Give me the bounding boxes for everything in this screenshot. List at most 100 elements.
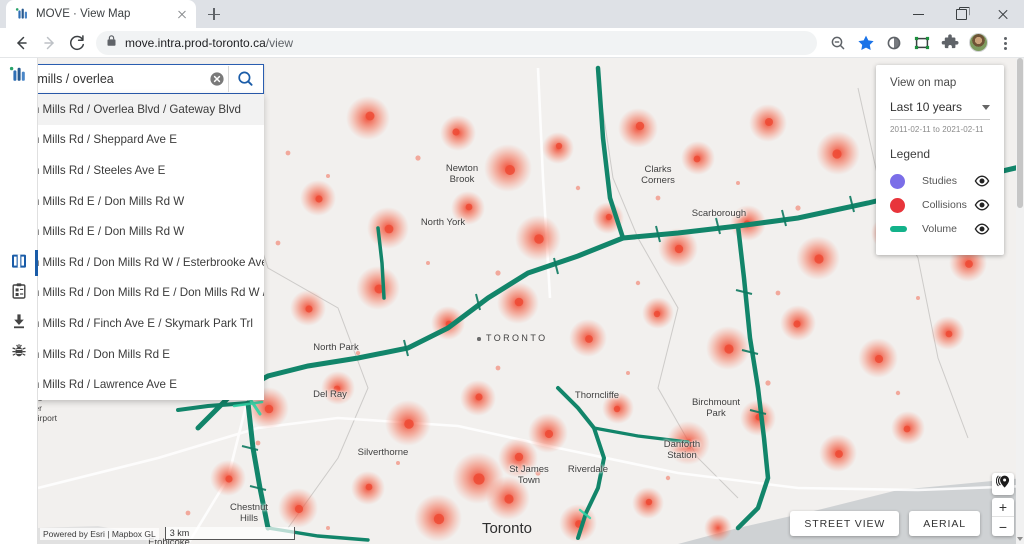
forward-arrow-icon bbox=[36, 30, 62, 56]
map-label: Clarks Corners bbox=[641, 164, 675, 187]
page-scrollbar[interactable] bbox=[1016, 58, 1024, 544]
map-book-icon bbox=[10, 252, 28, 275]
suggestion-item[interactable]: Don Mills Rd / Overlea Blvd / Gateway Bl… bbox=[4, 94, 264, 125]
legend-row-studies: Studies bbox=[890, 169, 990, 193]
suggestion-item[interactable]: Don Mills Rd / Sheppard Ave E bbox=[4, 125, 264, 156]
app-sidebar bbox=[0, 58, 38, 544]
sidebar-items bbox=[0, 248, 38, 368]
browser-window: MOVE · View Map move.intra.prod-toronto.… bbox=[0, 0, 1024, 544]
tab-title: MOVE · View Map bbox=[36, 8, 131, 20]
legend-row-collisions: Collisions bbox=[890, 193, 990, 217]
locate-me-button[interactable] bbox=[992, 473, 1014, 495]
map-label: Toronto bbox=[481, 520, 533, 537]
user-avatar[interactable] bbox=[969, 33, 988, 52]
zoom-controls: + − bbox=[992, 498, 1014, 536]
legend-panel: View on map Last 10 years 2011-02-11 to … bbox=[876, 65, 1004, 255]
zoom-in-button[interactable]: + bbox=[992, 498, 1014, 517]
close-icon[interactable] bbox=[982, 0, 1024, 28]
screen-capture-icon[interactable] bbox=[909, 30, 935, 56]
move-logo-icon bbox=[15, 7, 29, 21]
star-filled-icon[interactable] bbox=[853, 30, 879, 56]
chevron-down-icon bbox=[982, 104, 990, 110]
clipboard-icon bbox=[10, 282, 28, 305]
suggestion-item[interactable]: Don Mills Rd / Steeles Ave E bbox=[4, 155, 264, 186]
sidebar-item-reports[interactable] bbox=[0, 278, 38, 308]
scale-bar: 3 km bbox=[164, 527, 295, 540]
address-bar[interactable]: move.intra.prod-toronto.ca/view bbox=[96, 30, 817, 55]
clear-circle-icon[interactable] bbox=[206, 66, 228, 92]
browser-toolbar: move.intra.prod-toronto.ca/view bbox=[0, 28, 1024, 58]
volume-swatch bbox=[890, 226, 922, 232]
new-tab-button[interactable] bbox=[200, 0, 228, 28]
collisions-swatch bbox=[890, 197, 922, 213]
lock-icon bbox=[106, 34, 117, 52]
sidebar-item-view-map[interactable] bbox=[0, 248, 38, 278]
window-controls bbox=[898, 0, 1024, 28]
tab-strip: MOVE · View Map bbox=[0, 0, 1024, 28]
bug-icon bbox=[10, 342, 28, 365]
intersection-search: Don Mills Rd / Overlea Blvd / Gateway Bl… bbox=[4, 64, 264, 400]
suggestion-item[interactable]: Don Mills Rd / Don Mills Rd E bbox=[4, 339, 264, 370]
map-label: TORONTO bbox=[476, 333, 548, 343]
suggestion-item[interactable]: Don Mills Rd / Don Mills Rd E / Don Mill… bbox=[4, 278, 264, 309]
suggestion-item[interactable]: Don Mills Rd E / Don Mills Rd W bbox=[4, 186, 264, 217]
suggestion-item[interactable]: Don Mills Rd / Lawrence Ave E bbox=[4, 369, 264, 400]
map-label: Del Ray bbox=[313, 389, 347, 400]
map-label: Silverthorne bbox=[357, 447, 409, 458]
map-label: North Park bbox=[313, 342, 359, 353]
location-pin-icon bbox=[995, 474, 1011, 494]
map-label: Scarborough bbox=[691, 208, 747, 219]
panel-title: View on map bbox=[890, 77, 957, 89]
url-text: move.intra.prod-toronto.ca/view bbox=[125, 36, 293, 50]
page-content: Newton Brook Clarks Corners Scarborough No… bbox=[0, 58, 1024, 544]
zoom-out-button[interactable]: − bbox=[992, 517, 1014, 536]
suggestion-item[interactable]: Don Mills Rd E / Don Mills Rd W bbox=[4, 216, 264, 247]
map-label: Birchmount Park bbox=[691, 397, 741, 420]
date-filter-select[interactable]: Last 10 years bbox=[890, 100, 990, 120]
circle-icon[interactable] bbox=[881, 30, 907, 56]
reload-icon[interactable] bbox=[64, 30, 90, 56]
download-icon bbox=[10, 312, 28, 335]
eye-icon[interactable] bbox=[974, 173, 990, 189]
date-filter-value: Last 10 years bbox=[890, 100, 963, 114]
puzzle-piece-icon[interactable] bbox=[937, 30, 963, 56]
search-suggestions: Don Mills Rd / Overlea Blvd / Gateway Bl… bbox=[4, 94, 264, 400]
scrollbar-thumb[interactable] bbox=[1017, 58, 1023, 208]
search-icon[interactable] bbox=[229, 66, 263, 92]
suggestion-item[interactable]: Don Mills Rd / Finch Ave E / Skymark Par… bbox=[4, 308, 264, 339]
legend-title: Legend bbox=[890, 147, 931, 161]
map-attribution: Powered by Esri | Mapbox GL 3 km bbox=[40, 527, 295, 540]
maximize-icon[interactable] bbox=[940, 0, 982, 28]
map-label: St James Town bbox=[509, 464, 549, 487]
zoom-search-icon[interactable] bbox=[825, 30, 851, 56]
legend-label: Collisions bbox=[922, 199, 967, 211]
url-host: move.intra.prod-toronto.ca bbox=[125, 35, 266, 50]
map-label: Chestnut Hills bbox=[229, 502, 269, 525]
basemap-buttons: STREET VIEW AERIAL bbox=[790, 511, 980, 536]
scroll-down-arrow-icon[interactable] bbox=[1017, 537, 1023, 541]
suggestion-item[interactable]: Don Mills Rd / Don Mills Rd W / Esterbro… bbox=[4, 247, 264, 278]
sidebar-item-admin[interactable] bbox=[0, 338, 38, 368]
browser-tab[interactable]: MOVE · View Map bbox=[6, 0, 196, 28]
eye-icon[interactable] bbox=[974, 221, 990, 237]
sidebar-item-downloads[interactable] bbox=[0, 308, 38, 338]
street-view-button[interactable]: STREET VIEW bbox=[790, 511, 900, 536]
map-label: North York bbox=[420, 217, 466, 228]
kebab-menu-icon[interactable] bbox=[994, 30, 1016, 56]
aerial-button[interactable]: AERIAL bbox=[909, 511, 980, 536]
map-label: Newton Brook bbox=[445, 163, 479, 186]
search-bar bbox=[4, 64, 264, 94]
studies-swatch bbox=[890, 173, 922, 189]
toolbar-actions bbox=[825, 30, 1016, 56]
url-path: /view bbox=[265, 35, 294, 50]
legend-label: Studies bbox=[922, 175, 958, 187]
close-icon[interactable] bbox=[174, 6, 190, 22]
minimize-icon[interactable] bbox=[898, 0, 940, 28]
attribution-text: Powered by Esri | Mapbox GL bbox=[40, 528, 159, 540]
map-label: Riverdale bbox=[567, 464, 609, 475]
move-logo-icon bbox=[9, 66, 29, 82]
legend-label: Volume bbox=[922, 223, 958, 235]
legend-row-volume: Volume bbox=[890, 217, 990, 241]
eye-icon[interactable] bbox=[974, 197, 990, 213]
back-arrow-icon[interactable] bbox=[8, 30, 34, 56]
